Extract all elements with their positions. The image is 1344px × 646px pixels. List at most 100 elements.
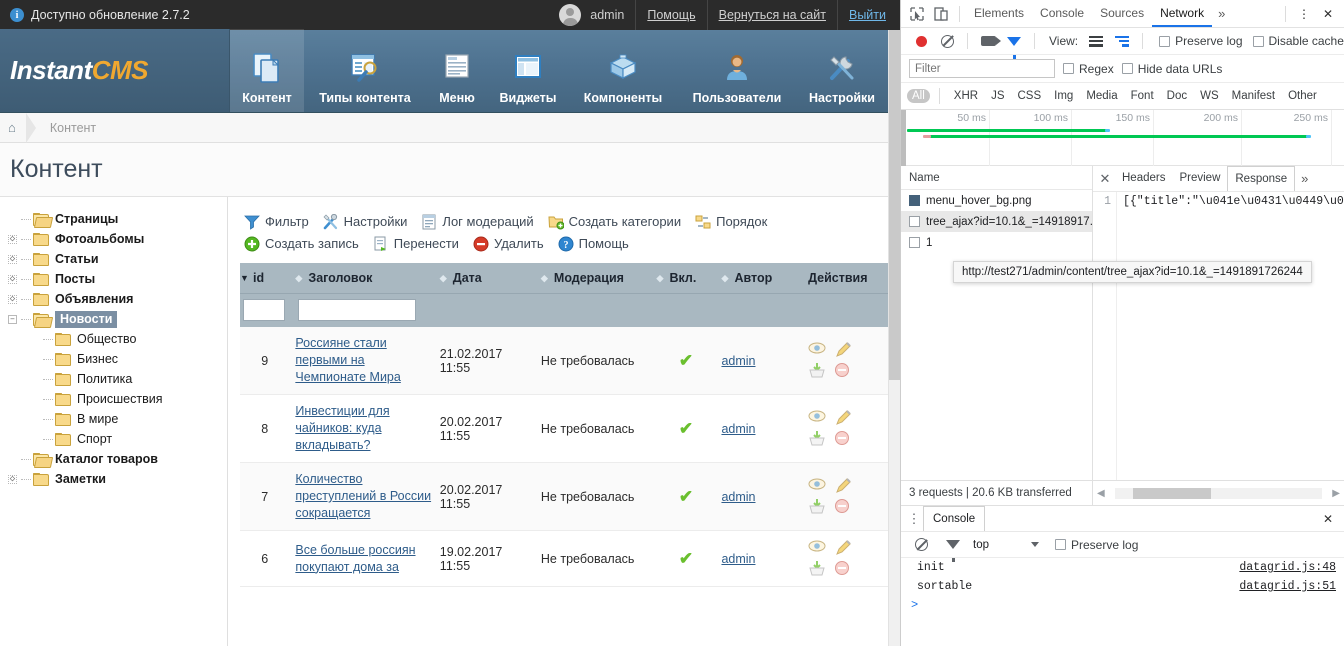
ban-icon[interactable] xyxy=(834,430,852,448)
basket-icon[interactable] xyxy=(808,560,826,578)
eye-icon[interactable] xyxy=(808,341,826,359)
tree-item-society[interactable]: Общество xyxy=(8,329,227,349)
toolbar-moderation-log-button[interactable]: Лог модераций xyxy=(421,211,534,233)
ban-icon[interactable] xyxy=(834,362,852,380)
record-title-link[interactable]: Количество преступлений в России сокраща… xyxy=(295,472,431,520)
toolbar-filter-button[interactable]: Фильтр xyxy=(244,211,309,233)
col-id[interactable]: ▼ id xyxy=(240,263,296,294)
tab-elements[interactable]: Elements xyxy=(966,0,1032,27)
record-red-dot-icon[interactable] xyxy=(909,29,933,53)
filter-funnel-icon[interactable] xyxy=(1002,29,1026,59)
collapse-handle-icon[interactable]: – xyxy=(8,314,17,324)
requests-column-header[interactable]: Name xyxy=(901,166,1092,190)
type-filter-css[interactable]: CSS xyxy=(1012,89,1046,103)
scroll-right-icon[interactable]: ▶ xyxy=(1332,488,1340,499)
toolbar-create-categories-button[interactable]: Создать категории xyxy=(548,211,681,233)
toolbar-order-button[interactable]: Порядок xyxy=(695,211,767,233)
close-icon[interactable]: ✕ xyxy=(1095,171,1115,187)
regex-checkbox[interactable]: Regex xyxy=(1063,62,1114,76)
detail-tab-preview[interactable]: Preview xyxy=(1172,166,1227,191)
table-row[interactable]: 6 Все больше россиян покупают дома за 19… xyxy=(240,530,890,587)
filter-input-id[interactable] xyxy=(243,299,285,322)
type-filter-js[interactable]: JS xyxy=(986,89,1009,103)
clear-console-icon[interactable] xyxy=(909,533,933,557)
filter-funnel-icon[interactable] xyxy=(941,533,965,562)
page-scrollbar[interactable] xyxy=(888,30,900,646)
green-check-icon[interactable]: ✔ xyxy=(679,549,693,568)
network-overview-timeline[interactable]: 50 ms 100 ms 150 ms 200 ms 250 ms xyxy=(901,110,1344,166)
table-row[interactable]: 9 Россияне стали первыми на Чемпионате М… xyxy=(240,327,890,395)
toolbar-settings-button[interactable]: Настройки xyxy=(323,211,407,233)
tree-item-catalog[interactable]: Каталог товаров xyxy=(8,449,227,469)
back-to-site-link[interactable]: Вернуться на сайт xyxy=(706,0,837,30)
tree-item-business[interactable]: Бизнес xyxy=(8,349,227,369)
type-filter-all[interactable]: All xyxy=(907,89,930,103)
green-check-icon[interactable]: ✔ xyxy=(679,351,693,370)
eye-icon[interactable] xyxy=(808,409,826,427)
list-item[interactable]: 1 xyxy=(901,232,1092,253)
type-filter-ws[interactable]: WS xyxy=(1195,89,1224,103)
nav-item-content-types[interactable]: Типы контента xyxy=(304,29,426,112)
logo[interactable]: InstantCMS xyxy=(0,29,230,112)
tree-item-articles[interactable]: ◇ Статьи xyxy=(8,249,227,269)
chevron-double-right-icon[interactable]: » xyxy=(1212,6,1231,21)
detail-tab-response[interactable]: Response xyxy=(1227,166,1296,191)
record-title-link[interactable]: Инвестиции для чайников: куда вкладывать… xyxy=(295,404,389,452)
expand-handle-icon[interactable]: ◇ xyxy=(8,274,17,284)
col-moderation[interactable]: ◆ Модерация xyxy=(540,263,657,294)
ban-icon[interactable] xyxy=(834,498,852,516)
pencil-icon[interactable] xyxy=(834,477,852,495)
logout-link[interactable]: Выйти xyxy=(836,0,900,30)
list-view-icon[interactable] xyxy=(1084,29,1108,53)
nav-item-content[interactable]: Контент xyxy=(230,29,304,112)
ban-icon[interactable] xyxy=(834,560,852,578)
tree-item-ads[interactable]: ◇ Объявления xyxy=(8,289,227,309)
green-check-icon[interactable]: ✔ xyxy=(679,419,693,438)
eye-icon[interactable] xyxy=(808,477,826,495)
tree-item-sport[interactable]: Спорт xyxy=(8,429,227,449)
toolbar-delete-button[interactable]: Удалить xyxy=(473,233,544,255)
author-link[interactable]: admin xyxy=(721,422,755,436)
pencil-icon[interactable] xyxy=(834,341,852,359)
console-preserve-log-checkbox[interactable]: Preserve log xyxy=(1055,538,1138,552)
device-toolbar-icon[interactable] xyxy=(929,2,953,26)
author-link[interactable]: admin xyxy=(721,354,755,368)
tree-item-world[interactable]: В мире xyxy=(8,409,227,429)
filter-input[interactable] xyxy=(909,59,1055,78)
drawer-tab-console[interactable]: Console xyxy=(923,506,986,531)
toolbar-create-record-button[interactable]: Создать запись xyxy=(244,233,359,255)
console-message[interactable]: init datagrid.js:48 xyxy=(901,558,1344,577)
tab-network[interactable]: Network xyxy=(1152,0,1213,27)
close-icon[interactable]: ✕ xyxy=(1316,2,1340,26)
author-link[interactable]: admin xyxy=(721,552,755,566)
waterfall-view-icon[interactable] xyxy=(1110,29,1134,53)
tree-item-photoalbums[interactable]: ◇ Фотоальбомы xyxy=(8,229,227,249)
timeline-grip[interactable] xyxy=(901,110,906,166)
nav-item-menu[interactable]: Меню xyxy=(426,29,488,112)
console-prompt[interactable]: > xyxy=(901,596,1344,612)
record-title-link[interactable]: Россияне стали первыми на Чемпионате Мир… xyxy=(295,336,400,384)
nav-item-widgets[interactable]: Виджеты xyxy=(488,29,568,112)
type-filter-other[interactable]: Other xyxy=(1283,89,1322,103)
disable-cache-checkbox[interactable]: Disable cache xyxy=(1252,34,1344,48)
tree-item-pages[interactable]: Страницы xyxy=(8,209,227,229)
home-icon[interactable]: ⌂ xyxy=(8,120,16,135)
type-filter-manifest[interactable]: Manifest xyxy=(1227,89,1280,103)
detail-horizontal-scroll[interactable]: ◀ ▶ xyxy=(1093,480,1344,505)
response-text[interactable]: [{"title":"\u041e\u0431\u0449\u04 xyxy=(1117,192,1344,480)
detail-tab-headers[interactable]: Headers xyxy=(1115,166,1172,191)
tab-sources[interactable]: Sources xyxy=(1092,0,1152,27)
type-filter-media[interactable]: Media xyxy=(1081,89,1122,103)
expand-handle-icon[interactable]: ◇ xyxy=(8,254,17,264)
expand-handle-icon[interactable]: ◇ xyxy=(8,474,17,484)
console-message-source[interactable]: datagrid.js:51 xyxy=(1239,580,1336,593)
scrollbar-thumb[interactable] xyxy=(1132,487,1211,499)
pencil-icon[interactable] xyxy=(834,409,852,427)
filter-input-title[interactable] xyxy=(298,299,417,322)
breadcrumb-label[interactable]: Контент xyxy=(36,121,96,135)
close-icon[interactable]: ✕ xyxy=(1316,507,1340,531)
list-item[interactable]: tree_ajax?id=10.1&_=14918917... xyxy=(901,211,1092,232)
scroll-left-icon[interactable]: ◀ xyxy=(1097,488,1105,499)
tree-item-posts[interactable]: ◇ Посты xyxy=(8,269,227,289)
tree-item-politics[interactable]: Политика xyxy=(8,369,227,389)
